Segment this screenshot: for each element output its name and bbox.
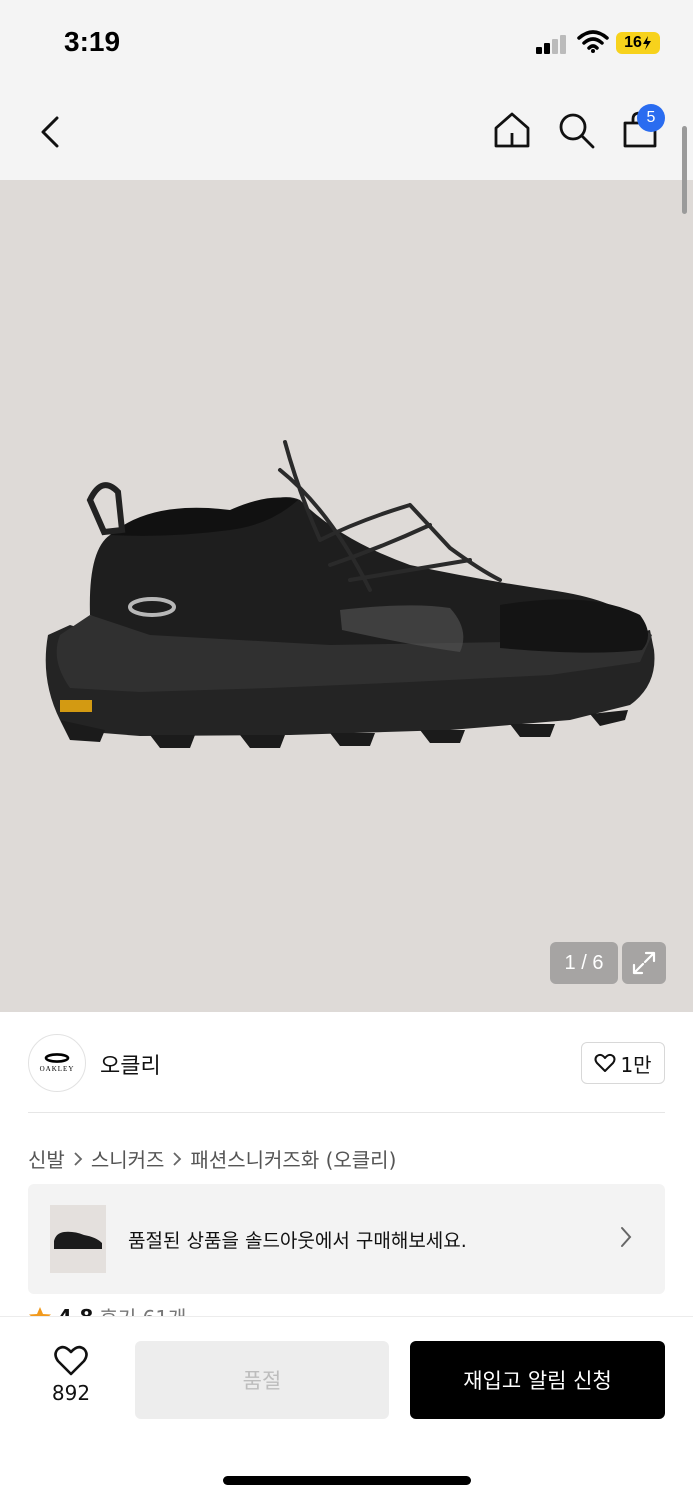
back-button[interactable] — [28, 110, 72, 154]
status-bar: 3:19 16 — [0, 0, 693, 90]
brand-row[interactable]: OAKLEY 오클리 1만 — [28, 1034, 665, 1092]
banner-product-thumbnail — [50, 1205, 106, 1273]
breadcrumb: 신발 스니커즈 패션스니커즈화 (오클리) — [28, 1144, 396, 1173]
chevron-right-icon — [73, 1151, 83, 1167]
top-navigation-bar — [0, 90, 693, 180]
brand-logo[interactable]: OAKLEY — [28, 1034, 86, 1092]
brand-like-button[interactable]: 1만 — [581, 1042, 665, 1084]
wishlist-count: 892 — [51, 1381, 91, 1405]
banner-text: 품절된 상품을 솔드아웃에서 구매해보세요. — [128, 1230, 467, 1252]
wifi-icon — [577, 30, 609, 54]
battery-level: 16 — [624, 34, 642, 51]
chevron-right-icon — [620, 1226, 632, 1252]
expand-icon — [632, 951, 656, 975]
wishlist-button[interactable]: 892 — [36, 1345, 106, 1415]
brand-logo-text: OAKLEY — [39, 1065, 75, 1073]
soldout-button: 품절 — [135, 1341, 389, 1419]
page-scrollbar[interactable] — [682, 126, 687, 214]
product-photo — [45, 440, 655, 748]
soldout-marketplace-banner[interactable]: 품절된 상품을 솔드아웃에서 구매해보세요. — [28, 1184, 665, 1294]
search-icon — [559, 113, 595, 149]
home-icon — [494, 112, 530, 148]
brand-like-count: 1만 — [620, 1052, 652, 1077]
heart-icon — [594, 1053, 616, 1072]
breadcrumb-item-shoes[interactable]: 신발 — [28, 1144, 65, 1173]
breadcrumb-item-fashion-sneakers[interactable]: 패션스니커즈화 (오클리) — [190, 1144, 396, 1173]
search-button[interactable] — [554, 108, 598, 152]
divider — [28, 1112, 665, 1113]
brand-name[interactable]: 오클리 — [100, 1048, 161, 1080]
chevron-left-icon — [41, 116, 59, 148]
status-time: 3:19 — [64, 26, 121, 57]
breadcrumb-item-sneakers[interactable]: 스니커즈 — [91, 1144, 165, 1173]
heart-icon — [54, 1345, 88, 1376]
battery-indicator: 16 — [616, 32, 660, 54]
chevron-right-icon — [172, 1151, 182, 1167]
expand-image-button[interactable] — [622, 942, 666, 984]
cart-count-badge: 5 — [637, 104, 665, 132]
home-indicator[interactable] — [223, 1476, 471, 1485]
image-counter: 1 / 6 — [550, 942, 618, 984]
charging-bolt-icon — [642, 36, 651, 50]
restock-alert-button[interactable]: 재입고 알림 신청 — [410, 1341, 665, 1419]
cellular-signal-icon — [536, 34, 568, 54]
home-button[interactable] — [490, 108, 534, 152]
bottom-action-bar: 892 품절 재입고 알림 신청 — [0, 1316, 693, 1500]
oakley-logo-icon — [44, 1053, 70, 1063]
product-image-gallery[interactable]: 1 / 6 — [0, 180, 693, 1012]
